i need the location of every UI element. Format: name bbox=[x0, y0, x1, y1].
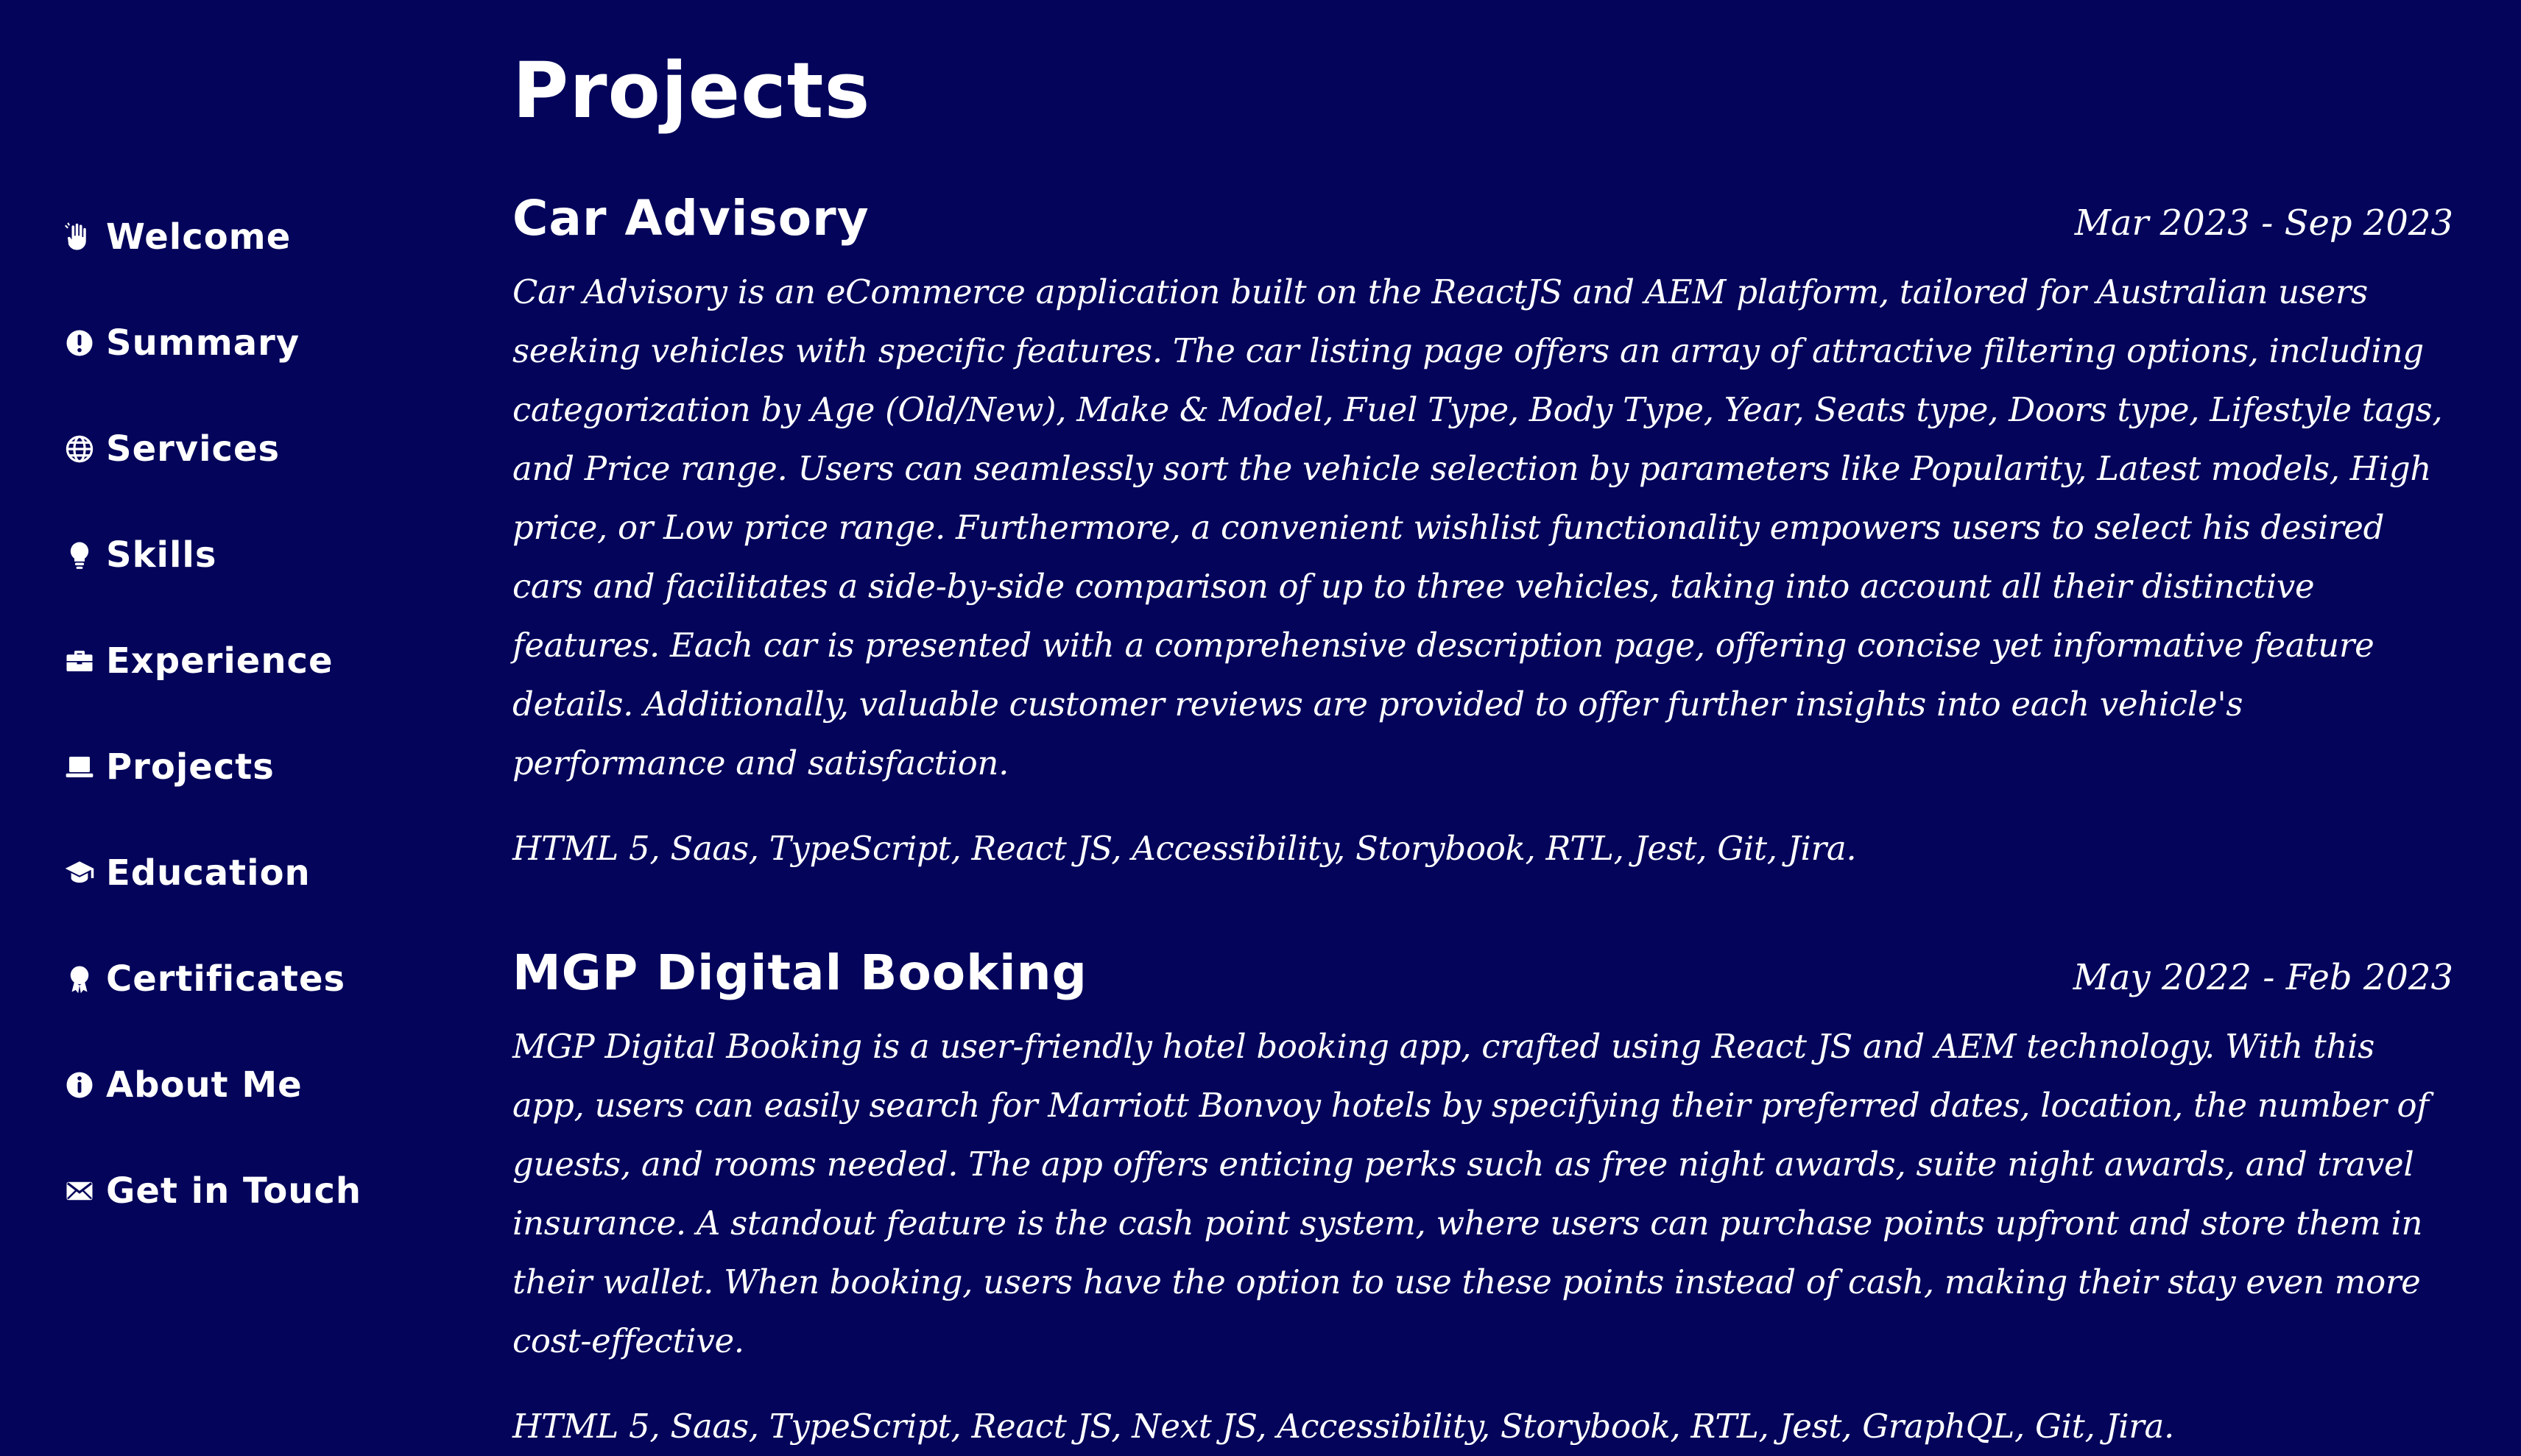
sidebar-item-label: Welcome bbox=[106, 216, 292, 258]
hand-wave-icon bbox=[63, 221, 96, 253]
sidebar-nav: Welcome Summary Services Skills Experien… bbox=[63, 184, 476, 1244]
sidebar-item-label: Projects bbox=[106, 746, 275, 788]
project-header: MGP Digital Booking May 2022 - Feb 2023 bbox=[512, 944, 2453, 1001]
globe-icon bbox=[63, 433, 96, 465]
lightbulb-icon bbox=[63, 539, 96, 571]
award-icon bbox=[63, 963, 96, 995]
briefcase-icon bbox=[63, 645, 96, 677]
sidebar-item-label: Education bbox=[106, 852, 311, 894]
sidebar-item-certificates[interactable]: Certificates bbox=[63, 926, 476, 1032]
project-car-advisory: Car Advisory Mar 2023 - Sep 2023 Car Adv… bbox=[512, 190, 2453, 878]
sidebar-item-label: Summary bbox=[106, 322, 300, 364]
sidebar-item-label: About Me bbox=[106, 1064, 303, 1106]
exclamation-circle-icon bbox=[63, 327, 96, 359]
main-content: Projects Car Advisory Mar 2023 - Sep 202… bbox=[512, 43, 2453, 1456]
project-title: Car Advisory bbox=[512, 190, 870, 247]
sidebar-item-get-in-touch[interactable]: Get in Touch bbox=[63, 1138, 476, 1244]
project-date: Mar 2023 - Sep 2023 bbox=[2074, 202, 2453, 244]
sidebar-item-welcome[interactable]: Welcome bbox=[63, 184, 476, 290]
project-date: May 2022 - Feb 2023 bbox=[2073, 957, 2453, 998]
sidebar-item-label: Services bbox=[106, 428, 281, 470]
project-mgp-digital-booking: MGP Digital Booking May 2022 - Feb 2023 … bbox=[512, 944, 2453, 1456]
sidebar-item-education[interactable]: Education bbox=[63, 820, 476, 926]
sidebar-item-services[interactable]: Services bbox=[63, 396, 476, 502]
project-title: MGP Digital Booking bbox=[512, 944, 1087, 1001]
sidebar-item-projects[interactable]: Projects bbox=[63, 714, 476, 820]
project-tech-stack: HTML 5, Saas, TypeScript, React JS, Next… bbox=[512, 1407, 2175, 1446]
sidebar-item-summary[interactable]: Summary bbox=[63, 290, 476, 396]
laptop-icon bbox=[63, 751, 96, 783]
graduation-cap-icon bbox=[63, 857, 96, 889]
sidebar-item-label: Certificates bbox=[106, 958, 346, 1000]
info-circle-icon bbox=[63, 1069, 96, 1101]
project-header: Car Advisory Mar 2023 - Sep 2023 bbox=[512, 190, 2453, 247]
project-description: Car Advisory is an eCommerce application… bbox=[512, 272, 2443, 782]
project-tech-stack: HTML 5, Saas, TypeScript, React JS, Acce… bbox=[512, 829, 1857, 868]
sidebar-item-label: Get in Touch bbox=[106, 1170, 362, 1212]
project-description: MGP Digital Booking is a user-friendly h… bbox=[512, 1027, 2429, 1360]
page-title: Projects bbox=[512, 46, 871, 135]
sidebar-item-label: Experience bbox=[106, 640, 334, 682]
sidebar-item-about-me[interactable]: About Me bbox=[63, 1032, 476, 1138]
envelope-icon bbox=[63, 1175, 96, 1207]
sidebar-item-skills[interactable]: Skills bbox=[63, 502, 476, 608]
sidebar-item-experience[interactable]: Experience bbox=[63, 608, 476, 714]
sidebar-item-label: Skills bbox=[106, 534, 217, 576]
